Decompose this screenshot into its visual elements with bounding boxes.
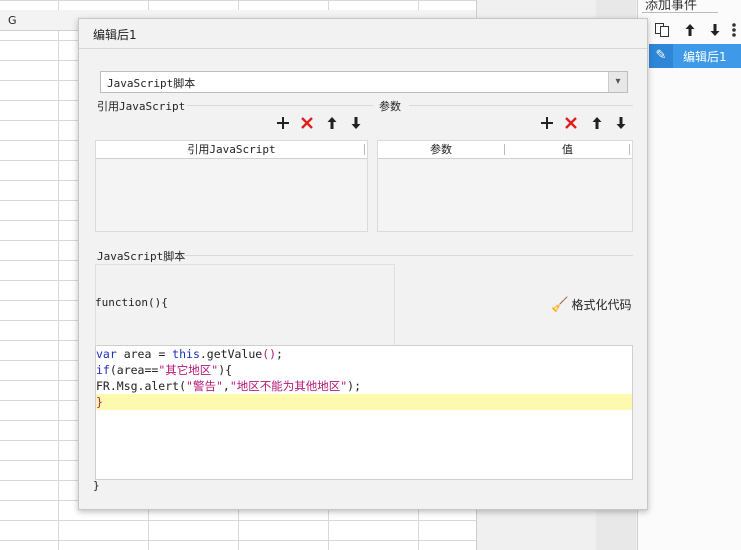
section-divider <box>187 105 373 106</box>
add-icon[interactable] <box>275 115 291 135</box>
params-column-header: 参数 <box>430 143 452 156</box>
js-script-section-label: JavaScript脚本 <box>97 250 186 263</box>
ref-js-column-label: 引用JavaScript <box>187 143 276 156</box>
format-code-button[interactable]: 🧹 格式化代码 <box>551 296 631 313</box>
move-down-icon[interactable] <box>349 115 363 135</box>
move-up-icon[interactable] <box>325 115 339 135</box>
script-type-select[interactable]: JavaScript脚本 ▾ <box>100 71 628 93</box>
value-column-header: 值 <box>562 143 573 156</box>
script-type-value: JavaScript脚本 <box>107 77 196 90</box>
code-token: this <box>172 347 200 361</box>
code-token: ){ <box>218 363 233 377</box>
ref-js-column-header: 引用JavaScript <box>96 141 367 159</box>
code-editor[interactable]: var area = this.getValue(); if(area=="其它地… <box>95 345 633 480</box>
broom-icon: 🧹 <box>551 297 569 313</box>
move-down-icon[interactable] <box>614 115 628 135</box>
code-line[interactable]: if(area=="其它地区"){ <box>96 362 632 378</box>
title-divider <box>79 48 647 49</box>
code-token: var <box>96 347 117 361</box>
code-token: "地区不能为其他地区" <box>229 379 348 393</box>
code-line[interactable]: } <box>96 394 632 410</box>
arrow-down-icon[interactable] <box>708 22 722 42</box>
code-token: if <box>96 363 110 377</box>
edit-pencil-icon: ✎ <box>649 44 673 68</box>
move-up-icon[interactable] <box>590 115 604 135</box>
format-code-label: 格式化代码 <box>571 298 632 312</box>
code-token: "警告" <box>186 379 223 393</box>
arrow-up-icon[interactable] <box>683 22 697 42</box>
function-signature: function(){ <box>95 296 168 309</box>
column-resize-handle[interactable] <box>629 144 630 155</box>
ref-js-section-label: 引用JavaScript <box>97 100 186 113</box>
code-token: , <box>222 379 230 393</box>
code-token: FR.Msg.alert( <box>96 379 187 393</box>
function-closing-brace: } <box>93 479 100 492</box>
code-token: area = <box>116 347 173 361</box>
chevron-down-icon[interactable]: ▾ <box>608 72 627 92</box>
grid-column-line <box>58 0 59 550</box>
code-token: ); <box>347 379 362 393</box>
dialog-title: 编辑后1 <box>93 28 137 42</box>
event-panel <box>637 0 741 550</box>
code-token: "其它地区" <box>158 363 219 377</box>
copy-icon[interactable] <box>654 22 670 42</box>
column-resize-handle[interactable] <box>364 144 365 155</box>
event-editor-dialog: 编辑后1 JavaScript脚本 ▾ 引用JavaScript 参数 引用Ja… <box>78 18 648 510</box>
column-header-g[interactable]: G <box>8 14 17 27</box>
event-item-label: 编辑后1 <box>683 50 727 64</box>
event-panel-tab-underline <box>642 12 718 13</box>
code-token: (area== <box>109 363 159 377</box>
more-icon[interactable] <box>731 22 741 42</box>
delete-icon[interactable] <box>299 115 315 135</box>
params-header-row: 参数 值 <box>378 141 632 159</box>
code-token: .getValue <box>199 347 263 361</box>
code-token: } <box>96 395 103 409</box>
code-token: () <box>262 347 277 361</box>
ref-js-table[interactable]: 引用JavaScript <box>95 140 368 232</box>
code-token: ; <box>276 347 283 361</box>
section-divider <box>183 255 633 256</box>
params-section-label: 参数 <box>379 100 401 113</box>
add-icon[interactable] <box>539 115 555 135</box>
section-divider <box>409 105 633 106</box>
code-line[interactable]: FR.Msg.alert("警告","地区不能为其他地区"); <box>96 378 632 394</box>
event-item-selected[interactable]: ✎ 编辑后1 <box>649 44 741 68</box>
code-line[interactable]: var area = this.getValue(); <box>96 346 632 362</box>
delete-icon[interactable] <box>563 115 579 135</box>
params-table[interactable]: 参数 值 <box>377 140 633 232</box>
